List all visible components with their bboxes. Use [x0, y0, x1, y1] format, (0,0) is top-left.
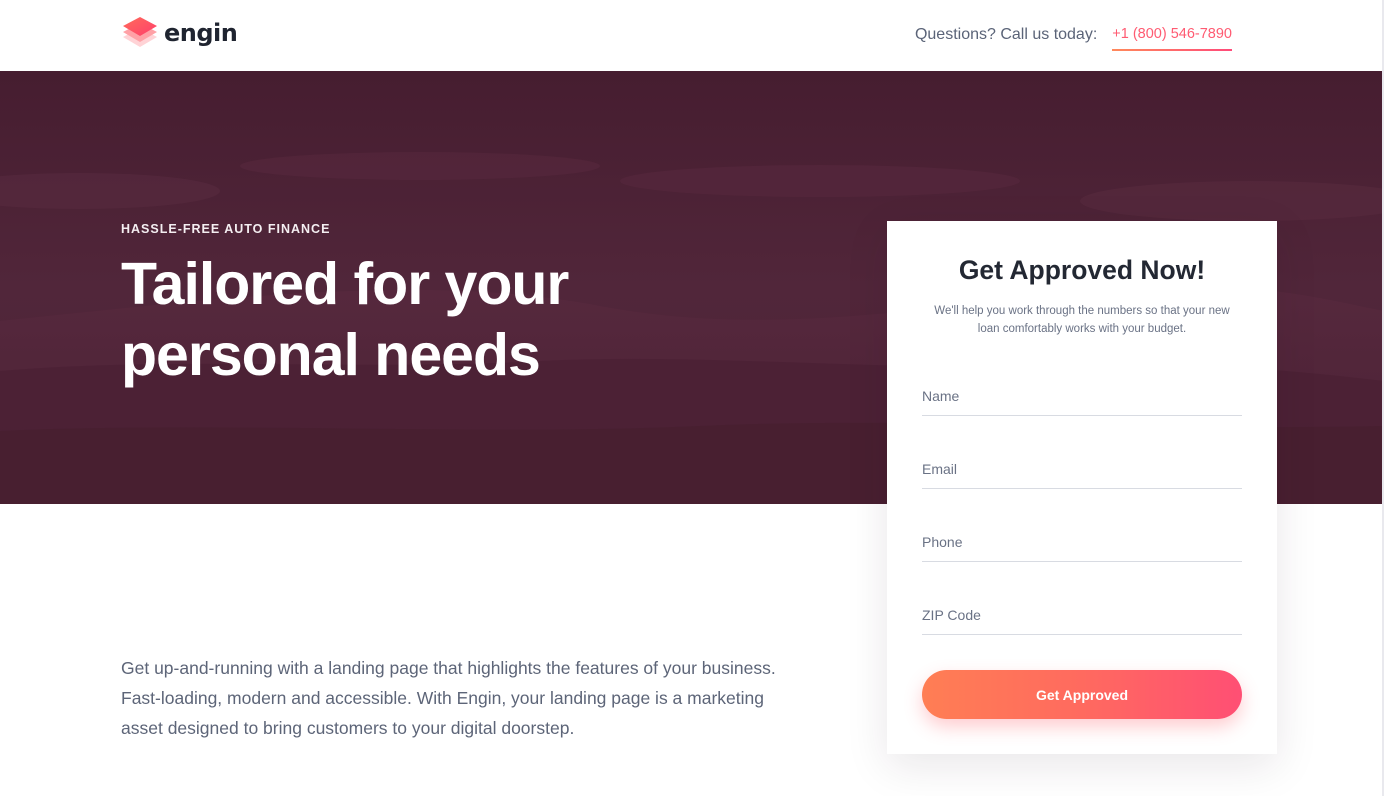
stacked-diamond-icon [121, 14, 159, 52]
brand-name: engin [164, 19, 238, 47]
zip-field-wrapper [922, 595, 1242, 635]
hero-eyebrow: HASSLE-FREE AUTO FINANCE [121, 222, 331, 236]
email-field[interactable] [922, 449, 1242, 487]
get-approved-button[interactable]: Get Approved [922, 670, 1242, 719]
site-header: engin Questions? Call us today: +1 (800)… [0, 0, 1384, 71]
phone-link[interactable]: +1 (800) 546-7890 [1112, 22, 1232, 51]
contact-label: Questions? Call us today: [914, 26, 1098, 43]
approval-form: Get Approved Now! We'll help you work th… [887, 221, 1277, 754]
name-field-wrapper [922, 376, 1242, 416]
hero-headline: Tailored for your personal needs [121, 251, 569, 388]
zip-code-field[interactable] [922, 595, 1242, 633]
logo[interactable]: engin [121, 14, 238, 52]
intro-paragraph: Get up-and-running with a landing page t… [121, 658, 776, 738]
form-title: Get Approved Now! [958, 255, 1206, 285]
form-subtitle: We'll help you work through the numbers … [934, 305, 1230, 335]
name-field[interactable] [922, 376, 1242, 414]
header-contact: Questions? Call us today: +1 (800) 546-7… [915, 22, 1232, 51]
phone-field-wrapper [922, 522, 1242, 562]
email-field-wrapper [922, 449, 1242, 489]
phone-field[interactable] [922, 522, 1242, 560]
